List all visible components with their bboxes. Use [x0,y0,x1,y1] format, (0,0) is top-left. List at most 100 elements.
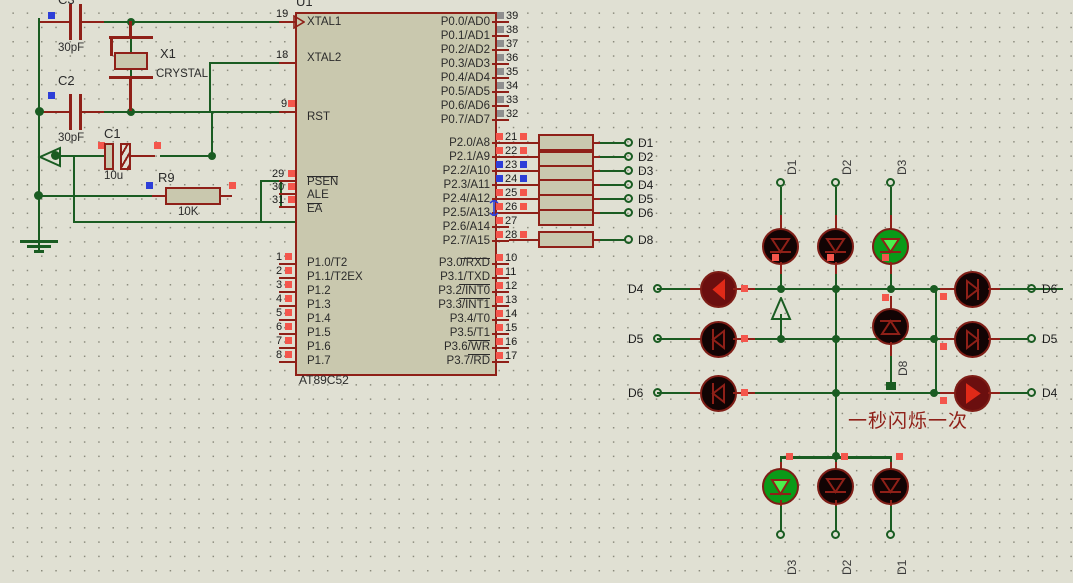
led-mid-d4[interactable] [700,271,737,308]
pinnum-7: 7 [276,335,283,347]
wire-res1-term [600,142,625,144]
probe-res2-in [520,147,527,154]
pin-label-p14: P1.4 [307,313,331,325]
pin-label-p36: P3.6/WR [443,341,490,353]
terminal-D8-bank[interactable] [624,235,633,244]
terminal-right-D6[interactable] [1027,284,1036,293]
pinnum-15: 15 [505,322,518,334]
terminal-top-D2[interactable] [831,178,840,187]
probe-pin22 [496,147,503,154]
resistor-bank-8[interactable] [538,231,594,248]
terminal-mid-D6[interactable] [653,388,662,397]
pin-label-p23: P2.3/A11 [443,179,490,191]
terminal-D4-bank[interactable] [624,180,633,189]
wire-res2-term [600,156,625,158]
led-right-d6[interactable] [954,271,991,308]
probe-pin30 [288,183,295,190]
wire-res4-in [509,184,539,186]
terminal-label-right-D5: D5 [1042,332,1058,346]
wire-r9-left [38,195,163,197]
probe-res1-in [520,133,527,140]
pin-label-p02: P0.2/AD2 [440,44,490,56]
wire-res6-in [509,212,539,214]
terminal-D5-bank[interactable] [624,194,633,203]
pinstub-18 [279,62,296,64]
x1-body [114,52,148,70]
pin-label-rst: RST [307,111,330,123]
vlabel-D8: D8 [896,360,910,376]
wire-res2-in [509,156,539,158]
junction-rst [208,152,216,160]
pinnum-29: 29 [272,168,285,180]
wire-col835-2 [835,338,837,392]
terminal-mid-D5[interactable] [653,334,662,343]
vlabel-top-D1: D1 [785,159,799,175]
terminal-top-D1[interactable] [776,178,785,187]
wire-c2-to-node [104,111,132,113]
probe-rightD6 [940,293,947,300]
terminal-D2[interactable] [624,152,633,161]
pin-label-p27: P2.7/A15 [442,235,490,247]
junction-bus1-a [777,285,785,293]
probe-topD2 [827,254,834,261]
led-top-d3[interactable] [872,228,909,265]
probe-pin1 [285,253,292,260]
led-top-d1[interactable] [762,228,799,265]
c2-refdes: C2 [58,73,75,88]
terminal-bot-D3[interactable] [776,530,785,539]
wire-col835-1 [835,288,837,338]
wire-left-rail [38,18,40,250]
led-d8[interactable] [872,308,909,345]
wire-res3-in [509,170,539,172]
led-top-d2[interactable] [817,228,854,265]
junction-c2-rail [35,107,44,116]
terminal-label-D8-bank: D8 [638,233,654,247]
schematic-canvas[interactable]: C3 30pF X1 CRYSTAL C2 30pF C1 10u [0,0,1073,583]
probe-pin39 [497,12,504,19]
wire-c3-right [82,21,104,23]
c3-refdes: C3 [58,0,75,7]
resistor-bank-1[interactable] [538,134,594,151]
r9-refdes: R9 [158,170,175,185]
probe-pin3 [285,281,292,288]
pin-label-p11: P1.1/T2EX [307,271,363,283]
probe-pin21 [496,133,503,140]
terminal-mid-D4[interactable] [653,284,662,293]
terminal-right-D4[interactable] [1027,388,1036,397]
terminal-top-D3[interactable] [886,178,895,187]
c1-refdes: C1 [104,126,121,141]
resistor-bank-6[interactable] [538,209,594,226]
terminal-label-mid-D6: D6 [628,386,644,400]
pin-label-p06: P0.6/AD6 [440,100,490,112]
wire-xtal2-v [209,62,211,113]
pinnum-16: 16 [505,336,518,348]
probe-pin29 [288,170,295,177]
terminal-D1[interactable] [624,138,633,147]
terminal-bot-D1[interactable] [886,530,895,539]
c2-value: 30pF [58,132,85,144]
cursor-icon[interactable] [489,200,499,216]
terminal-D6-bank[interactable] [624,208,633,217]
wire-rD5-term [1000,338,1028,340]
probe-pin7 [285,337,292,344]
c3-plate-1 [69,4,72,40]
probe-pin27 [496,217,503,224]
pinnum-37: 37 [506,38,519,50]
terminal-label-D3: D3 [638,164,654,178]
probe-rightD4 [940,397,947,404]
probe-midD4 [741,285,748,292]
annotation-text: 一秒闪烁一次 [848,410,969,432]
vlabel-bot-D2: D2 [840,559,854,575]
terminal-D3[interactable] [624,166,633,175]
led-right-d5[interactable] [954,321,991,358]
led-mid-d5[interactable] [700,321,737,358]
terminal-bot-D2[interactable] [831,530,840,539]
probe-pin34 [497,82,504,89]
led-mid-d6[interactable] [700,375,737,412]
junction-bus1-c [887,285,895,293]
terminal-right-D5[interactable] [1027,334,1036,343]
wire-topD2-lead [835,187,837,218]
c2-plate-1 [69,94,72,130]
pinnum-27: 27 [505,215,518,227]
probe-pin38 [497,26,504,33]
